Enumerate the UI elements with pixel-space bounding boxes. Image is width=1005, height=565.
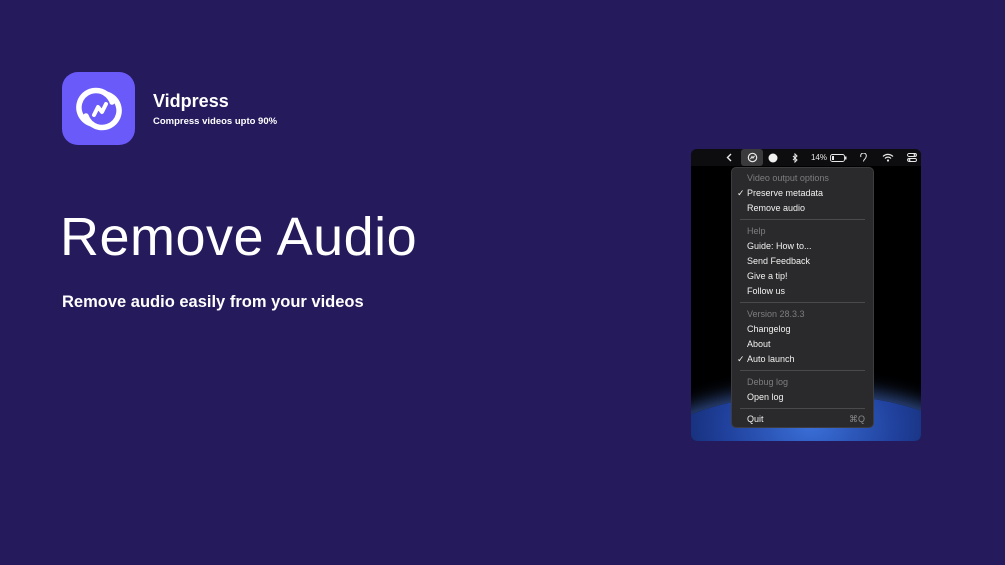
wifi-icon[interactable] xyxy=(881,149,895,166)
menu-item-changelog[interactable]: Changelog xyxy=(747,324,791,334)
white-dot-icon[interactable] xyxy=(768,149,778,166)
menu-separator xyxy=(740,219,865,220)
quit-shortcut: ⌘Q xyxy=(848,414,865,424)
hero-title: Remove Audio xyxy=(60,207,418,267)
menu-screenshot: 14% Video output options ✓ Preserve meta… xyxy=(691,149,921,441)
vidpress-logo-mark xyxy=(75,87,122,130)
menu-item-preserve-metadata[interactable]: ✓ Preserve metadata xyxy=(737,188,824,198)
menu-header-debug-log: Debug log xyxy=(747,377,789,387)
menu-item-send-feedback[interactable]: Send Feedback xyxy=(747,256,810,266)
menu-separator xyxy=(740,370,865,371)
menu-item-about[interactable]: About xyxy=(747,339,771,349)
hero-subtitle: Remove audio easily from your videos xyxy=(62,293,364,311)
hearing-icon[interactable] xyxy=(858,149,868,166)
chevron-left-icon[interactable] xyxy=(724,149,734,166)
menu-item-give-tip[interactable]: Give a tip! xyxy=(747,271,788,281)
menu-item-quit[interactable]: Quit xyxy=(747,414,764,424)
menu-item-auto-launch[interactable]: ✓ Auto launch xyxy=(737,354,795,364)
menu-bar: 14% xyxy=(691,149,921,166)
menu-header-video-options: Video output options xyxy=(747,173,829,183)
vidpress-menubar-icon[interactable] xyxy=(741,149,763,166)
battery-icon[interactable] xyxy=(829,149,847,166)
battery-percent: 14% xyxy=(810,153,827,162)
menu-version: Version 28.3.3 xyxy=(747,309,805,319)
bluetooth-icon[interactable] xyxy=(790,149,800,166)
app-logo-icon xyxy=(62,72,135,145)
menu-header-help: Help xyxy=(747,226,766,236)
control-center-icon[interactable] xyxy=(906,149,918,166)
menu-item-open-log[interactable]: Open log xyxy=(747,392,784,402)
app-tagline: Compress videos upto 90% xyxy=(153,116,278,127)
menu-item-label: Preserve metadata xyxy=(747,188,824,198)
menu-item-label: Auto launch xyxy=(747,354,795,364)
menu-item-guide[interactable]: Guide: How to... xyxy=(747,241,812,251)
menu-item-remove-audio[interactable]: Remove audio xyxy=(747,203,805,213)
checkmark-icon: ✓ xyxy=(737,354,745,364)
menu-separator xyxy=(740,408,865,409)
menu-item-follow-us[interactable]: Follow us xyxy=(747,286,785,296)
app-name: Vidpress xyxy=(153,91,229,111)
menu-separator xyxy=(740,302,865,303)
checkmark-icon: ✓ xyxy=(737,188,745,198)
dropdown-menu: Video output options ✓ Preserve metadata… xyxy=(731,167,874,428)
